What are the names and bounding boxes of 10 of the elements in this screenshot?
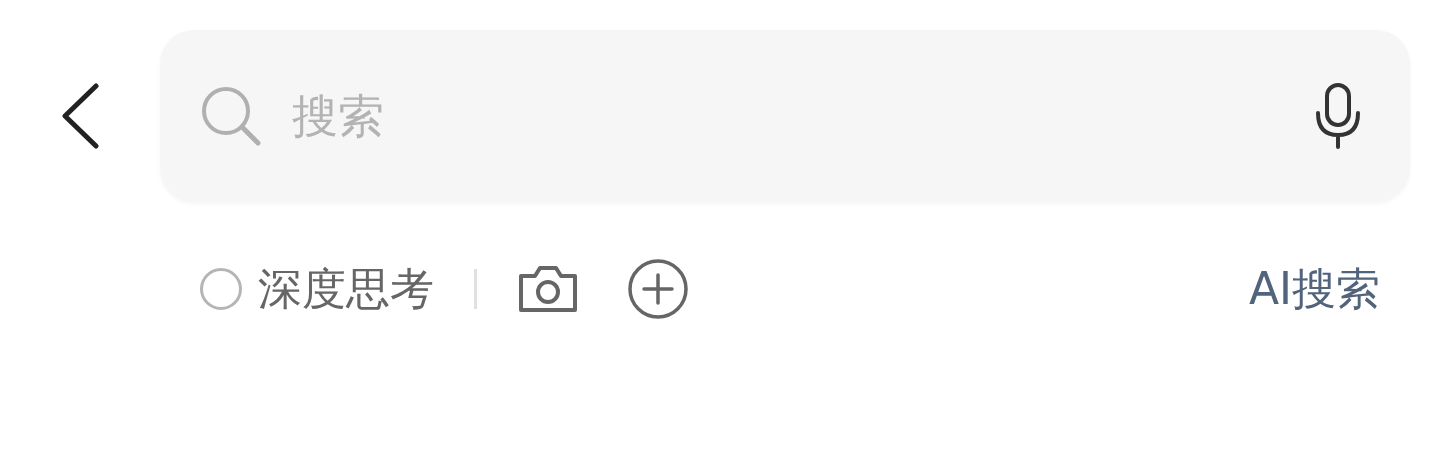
- search-icon: [200, 85, 262, 147]
- search-bar[interactable]: 搜索: [160, 30, 1410, 202]
- microphone-icon[interactable]: [1314, 83, 1362, 149]
- back-chevron-icon: [60, 83, 100, 149]
- radio-button[interactable]: [200, 268, 242, 310]
- deep-thinking-label: 深度思考: [258, 262, 434, 316]
- camera-icon[interactable]: [517, 264, 579, 314]
- ai-search-button[interactable]: AI搜索: [1248, 256, 1380, 322]
- search-field[interactable]: 搜索: [290, 80, 1314, 152]
- add-icon[interactable]: [627, 258, 689, 320]
